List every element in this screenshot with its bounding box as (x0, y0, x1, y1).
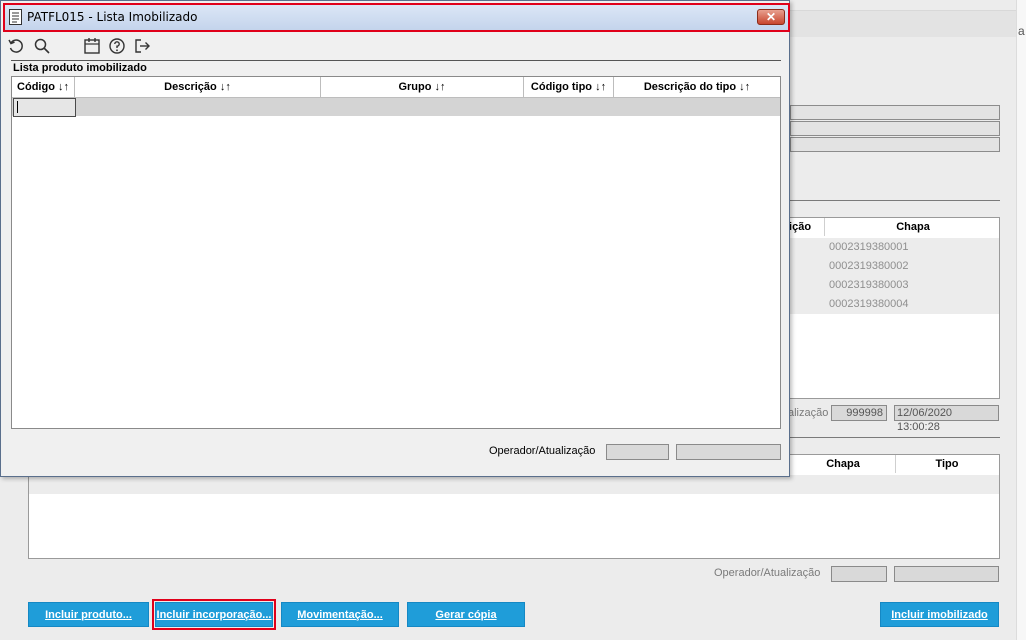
exit-icon[interactable] (133, 37, 151, 55)
help-icon[interactable] (108, 37, 126, 55)
search-icon[interactable] (33, 37, 51, 55)
update-timestamp: 12/06/2020 13:00:28 (894, 405, 999, 433)
dialog-title: PATFL015 - Lista Imobilizado (27, 10, 198, 24)
grid-cell-chapa[interactable]: 0002319380002 (829, 257, 909, 276)
grid-cell-chapa[interactable]: 0002319380001 (829, 238, 909, 257)
dialog-titlebar[interactable]: PATFL015 - Lista Imobilizado ✕ (3, 3, 790, 32)
operator-label: Operador/Atualização (714, 567, 821, 579)
update-field (676, 444, 781, 460)
readonly-field-1 (790, 105, 1000, 120)
operator-label-partial: alização (788, 407, 829, 419)
list-title: Lista produto imobilizado (13, 62, 147, 74)
operator-field (606, 444, 669, 460)
grid-header-tipo[interactable]: Tipo (895, 455, 999, 473)
grid-header-chapa[interactable]: Chapa (824, 218, 1001, 236)
section-separator-2 (790, 437, 1000, 438)
incluir-produto-button[interactable]: Incluir produto... (28, 602, 149, 627)
column-header-grupo[interactable]: Grupo ↓↑ (321, 77, 524, 98)
calendar-icon[interactable] (83, 37, 101, 55)
text-cursor (17, 101, 18, 113)
selected-cell[interactable] (13, 98, 76, 117)
section-separator (790, 200, 1000, 201)
refresh-icon[interactable] (7, 37, 25, 55)
movimentacao-button[interactable]: Movimentação... (281, 602, 399, 627)
lista-imobilizado-dialog: PATFL015 - Lista Imobilizado ✕ Lista pro… (0, 0, 790, 477)
background-edge-text: a (1018, 24, 1025, 38)
timestamp-field (894, 566, 999, 582)
column-header-codigo[interactable]: Código ↓↑ (12, 77, 75, 98)
column-header-codigo-tipo[interactable]: Código tipo ↓↑ (524, 77, 614, 98)
close-icon[interactable]: ✕ (757, 9, 785, 25)
list-separator (11, 60, 781, 61)
selected-row[interactable] (12, 98, 780, 116)
chapa-grid[interactable]: sição Chapa 0002319380001 0002319380002 … (770, 217, 1000, 399)
produto-imobilizado-grid[interactable]: Código ↓↑ Descrição ↓↑ Grupo ↓↑ Código t… (11, 76, 781, 429)
gerar-copia-button[interactable]: Gerar cópia (407, 602, 525, 627)
operator-value: 999998 (831, 405, 887, 421)
readonly-field-3 (790, 137, 1000, 152)
grid-header-chapa[interactable]: Chapa (791, 455, 896, 473)
operator-label: Operador/Atualização (489, 445, 596, 457)
readonly-field-2 (790, 121, 1000, 136)
incluir-imobilizado-button[interactable]: Incluir imobilizado (880, 602, 999, 627)
background-scrollbar[interactable] (1016, 0, 1026, 640)
incluir-incorporacao-button[interactable]: Incluir incorporação... (152, 599, 276, 630)
document-icon (9, 9, 22, 28)
operator-field (831, 566, 887, 582)
grid-cell-chapa[interactable]: 0002319380004 (829, 295, 909, 314)
column-header-descricao-tipo[interactable]: Descrição do tipo ↓↑ (614, 77, 780, 98)
grid-row[interactable] (29, 475, 999, 494)
column-header-descricao[interactable]: Descrição ↓↑ (75, 77, 321, 98)
grid-cell-chapa[interactable]: 0002319380003 (829, 276, 909, 295)
